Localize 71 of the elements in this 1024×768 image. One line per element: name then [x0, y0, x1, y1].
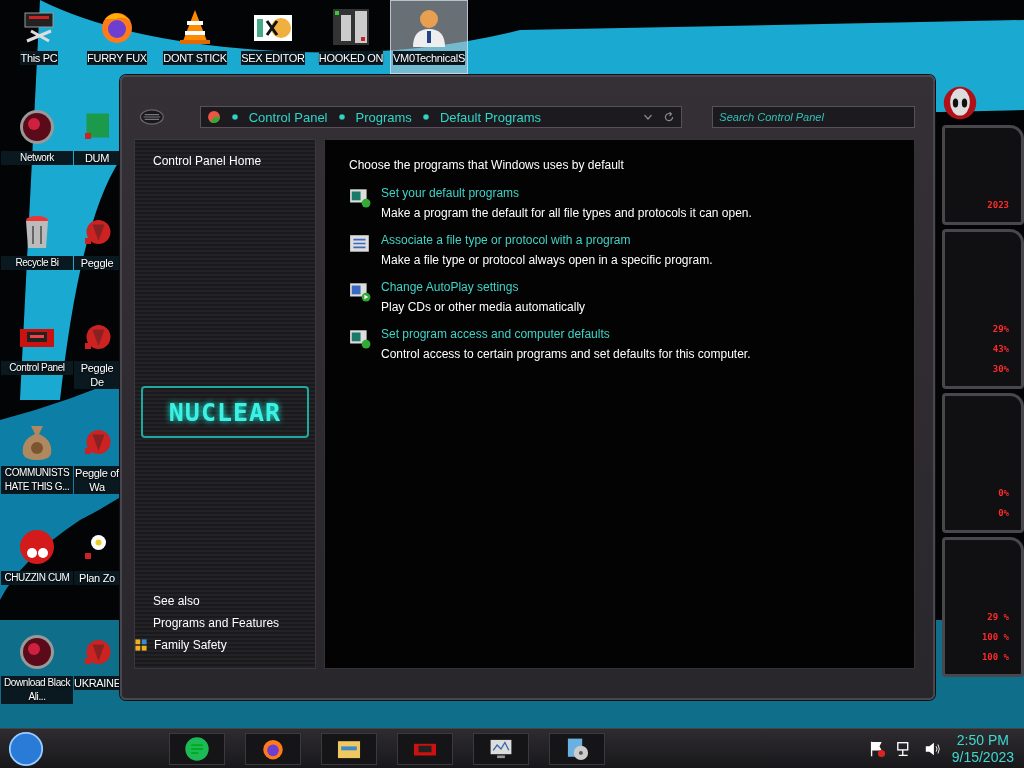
maze-icon — [331, 7, 371, 47]
task-description: Control access to certain programs and set defaults for this computer. — [381, 347, 751, 361]
icon-label[interactable]: Peggle De — [74, 361, 120, 389]
separator-dot-icon — [337, 113, 346, 121]
fuzzball-icon — [17, 527, 57, 567]
desktop-shortcut[interactable]: VM0TechnicalS — [390, 0, 468, 74]
program-check-icon — [349, 327, 371, 349]
reading: 0% — [998, 508, 1009, 518]
task-link[interactable]: Set program access and computer defaults — [381, 327, 751, 341]
globe-icon — [206, 110, 221, 124]
icon-label[interactable]: Recycle Bi — [1, 256, 73, 270]
separator-dot-icon — [421, 113, 430, 121]
nav-link[interactable]: Programs and Features — [153, 616, 280, 630]
desktop-shortcut[interactable]: HOOKED ON — [312, 0, 390, 74]
icon-label[interactable]: CHUZZIN CUM — [1, 571, 73, 585]
separator-dot-icon — [230, 113, 239, 121]
task-description: Make a program the default for all file types and protocols it can open. — [381, 206, 752, 220]
icon-label[interactable]: Network — [1, 151, 73, 165]
task-description: Play CDs or other media automatically — [381, 300, 586, 314]
icon-label[interactable]: DUM — [74, 151, 120, 165]
nav-link[interactable]: Control Panel Home — [153, 154, 315, 168]
alien-head-icon — [942, 85, 978, 121]
task-description: Make a file type or protocol always open in a specific program. — [381, 253, 713, 267]
orb-icon — [17, 632, 57, 672]
task-link[interactable]: Associate a file type or protocol with a program — [381, 233, 713, 247]
taskbar-app[interactable] — [321, 732, 377, 765]
reading: 2023 — [987, 200, 1009, 210]
checklist-icon — [349, 233, 371, 255]
page-heading: Choose the programs that Windows uses by default — [349, 158, 625, 172]
reading: 30% — [992, 364, 1009, 374]
taskbar-app[interactable] — [245, 732, 301, 765]
desktop-shortcut[interactable]: SEX EDITOR — [234, 0, 312, 74]
music-app-icon — [184, 735, 210, 762]
icon-label[interactable]: Control Panel — [1, 361, 73, 375]
task-link[interactable]: Change AutoPlay settings — [381, 280, 586, 294]
breadcrumb-link[interactable]: Default Programs — [439, 109, 542, 125]
reading: 0% — [998, 488, 1009, 498]
breadcrumb-link[interactable]: Control Panel — [248, 109, 328, 125]
see-also-heading: See also — [153, 594, 200, 608]
desktop-shortcut[interactable]: DONT STICK — [156, 0, 234, 74]
desktop-shortcut[interactable]: This PC — [0, 0, 78, 74]
orb-icon — [17, 107, 57, 147]
reading: 29% — [992, 324, 1009, 334]
icon-label[interactable]: COMMUNISTS HATE THIS G... — [1, 466, 73, 494]
reading: 29 % — [987, 612, 1009, 622]
taskbar-app[interactable] — [473, 732, 529, 765]
nav-link[interactable]: Family Safety — [154, 638, 227, 652]
desktop-shortcut[interactable]: FURRY FUX — [78, 0, 156, 74]
icon-label[interactable]: Plan Zo — [74, 571, 120, 585]
reading: 100 % — [981, 632, 1009, 642]
reading: 43% — [992, 344, 1009, 354]
breadcrumb-link[interactable]: Programs — [355, 109, 412, 125]
dropdown-caret-icon — [643, 112, 654, 122]
program-check-icon — [349, 186, 371, 208]
icon-label[interactable]: Peggle — [74, 256, 120, 270]
refresh-icon — [663, 111, 676, 123]
logo: NUCLEAR — [141, 386, 309, 438]
icon-label[interactable]: Peggle of Wa — [74, 466, 120, 494]
search-field[interactable]: Search Control Panel — [712, 106, 915, 128]
clock-time[interactable]: 2:50 PM — [956, 731, 1009, 749]
start-button[interactable] — [8, 730, 44, 767]
task-link[interactable]: Set your default programs — [381, 186, 752, 200]
family-icon — [134, 638, 148, 652]
address-bar[interactable]: Control Panel Programs Default Programs — [199, 106, 683, 128]
taskbar-app[interactable] — [549, 732, 605, 765]
autoplay-icon — [349, 280, 371, 302]
icon-label[interactable]: UKRAINE — [74, 676, 120, 690]
reading: 100 % — [981, 652, 1009, 662]
taskbar-app[interactable] — [169, 732, 225, 765]
clock-date[interactable]: 9/15/2023 — [951, 748, 1014, 766]
icon-label[interactable]: Download Black Ali... — [1, 676, 73, 704]
